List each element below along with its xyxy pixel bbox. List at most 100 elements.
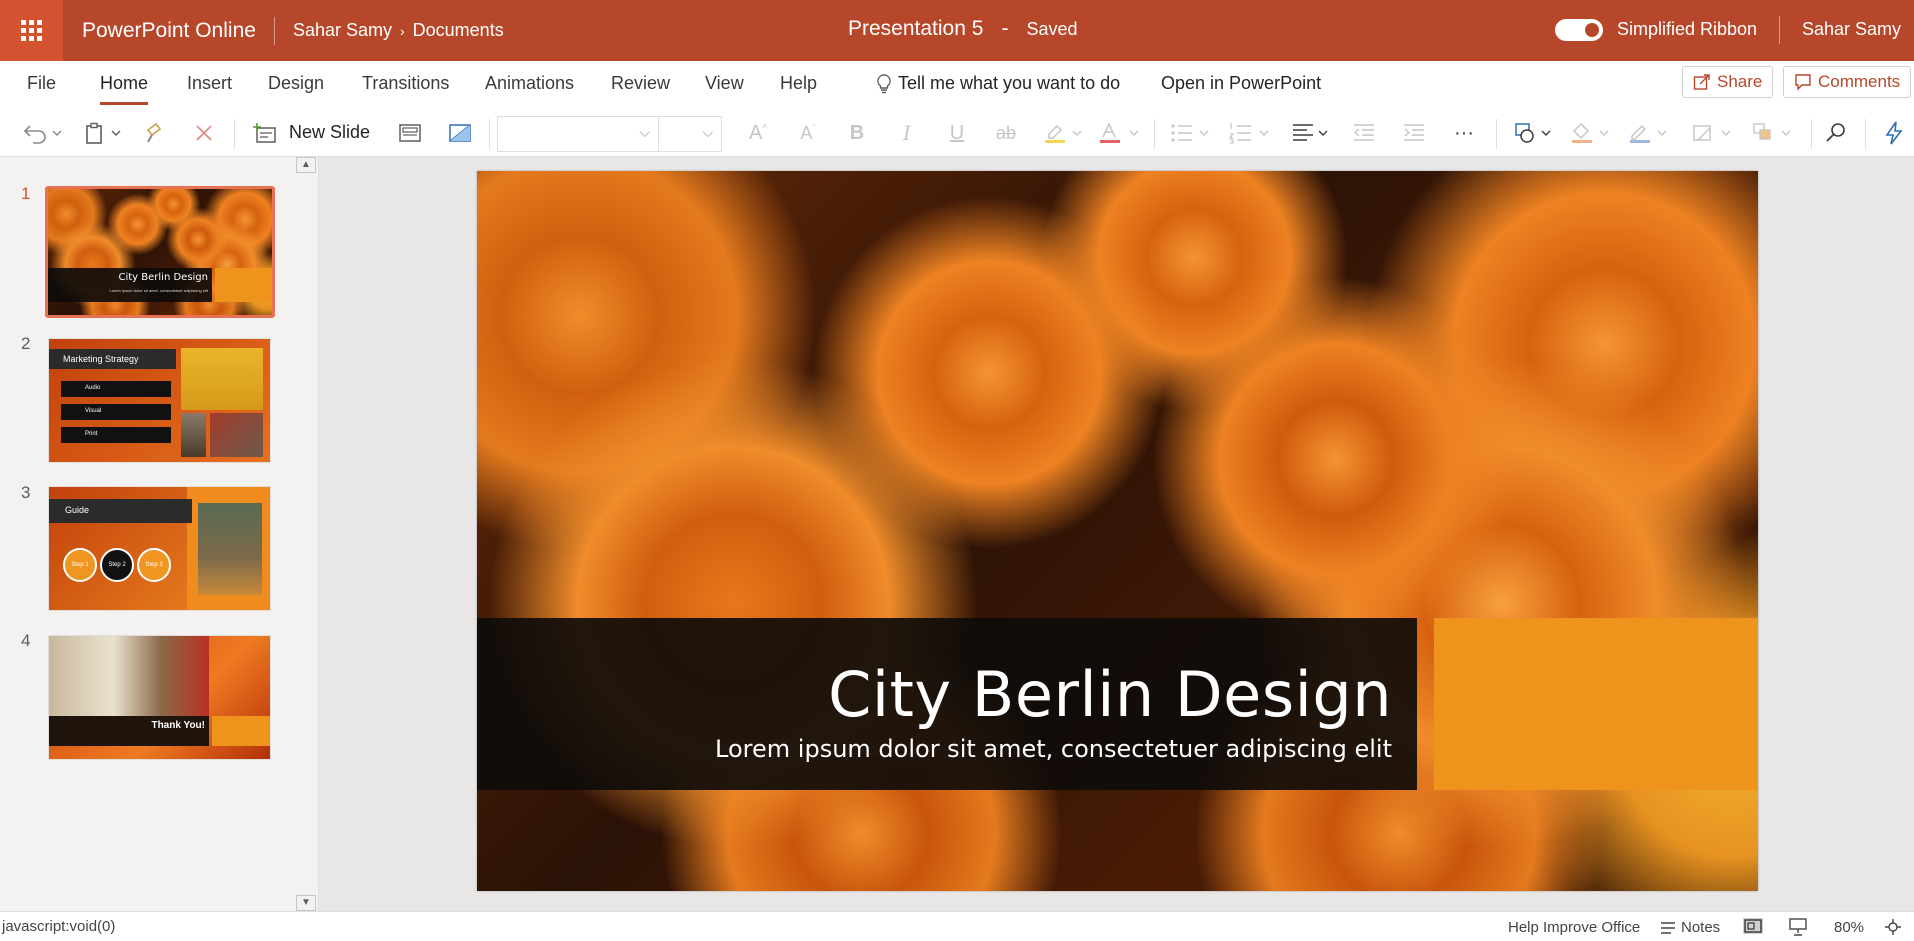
market-photo	[210, 413, 263, 457]
align-button[interactable]	[1291, 121, 1333, 145]
tell-me-label: Tell me what you want to do	[898, 73, 1121, 93]
breadcrumb-user[interactable]: Sahar Samy	[293, 20, 392, 41]
layout-button[interactable]	[398, 121, 422, 145]
arrange-button[interactable]	[1752, 121, 1796, 145]
shapes-button[interactable]	[1514, 121, 1556, 145]
tab-review[interactable]: Review	[611, 73, 670, 94]
divider	[273, 16, 275, 45]
increase-font-size-button[interactable]: A^	[747, 121, 769, 145]
lightning-icon	[1885, 121, 1903, 145]
new-slide-icon-button[interactable]	[252, 121, 278, 145]
shape-outline-button[interactable]	[1628, 121, 1672, 145]
shrink-font-icon: Aˇ	[800, 122, 816, 143]
tab-transitions[interactable]: Transitions	[362, 73, 449, 94]
italic-button[interactable]: I	[897, 121, 917, 145]
font-color-button[interactable]	[1098, 121, 1144, 145]
app-launcher-button[interactable]	[0, 0, 63, 61]
slide-thumbnail-3[interactable]: Guide Step 1 Step 2 Step 3	[48, 486, 271, 611]
simplified-ribbon-toggle[interactable]	[1555, 19, 1603, 41]
normal-view-icon	[1744, 919, 1762, 933]
slide-thumbnail-1[interactable]: City Berlin Design Lorem ipsum dolor sit…	[45, 186, 275, 318]
thumbnail-title: City Berlin Design	[118, 272, 208, 283]
thumbnail-number: 1	[21, 184, 31, 203]
tab-insert[interactable]: Insert	[187, 73, 232, 94]
thumbnail-scroll-down-button[interactable]: ▼	[296, 895, 316, 911]
thumbnail-step: Step 2	[100, 548, 134, 582]
paint-bucket-icon	[1572, 122, 1609, 143]
highlighter-icon	[1045, 124, 1082, 143]
account-name[interactable]: Sahar Samy	[1802, 19, 1901, 40]
slide-title[interactable]: City Berlin Design	[477, 658, 1392, 731]
bullets-button[interactable]	[1170, 121, 1214, 145]
bullet-list-icon	[1171, 124, 1209, 142]
slide-thumbnail-2[interactable]: Marketing Strategy Audio Visual Print	[48, 338, 271, 463]
numbering-button[interactable]	[1228, 121, 1274, 145]
share-button[interactable]: Share	[1682, 66, 1774, 98]
comments-label: Comments	[1818, 72, 1901, 91]
tab-animations[interactable]: Animations	[485, 73, 574, 94]
chevron-down-icon: ⌵	[702, 124, 713, 140]
app-name[interactable]: PowerPoint Online	[82, 19, 256, 43]
divider	[234, 119, 235, 149]
current-slide[interactable]: City Berlin Design Lorem ipsum dolor sit…	[477, 171, 1758, 891]
slide-thumbnail-4[interactable]: Thank You!	[48, 635, 271, 760]
open-in-powerpoint-link[interactable]: Open in PowerPoint	[1161, 73, 1321, 94]
slide-subtitle[interactable]: Lorem ipsum dolor sit amet, consectetuer…	[477, 735, 1392, 763]
thumbnail-number: 2	[21, 334, 31, 353]
fit-to-window-button[interactable]	[1884, 918, 1904, 935]
tab-home[interactable]: Home	[100, 73, 148, 94]
shape-fill-button[interactable]	[1570, 121, 1614, 145]
thumbnail-title: Guide	[65, 505, 90, 515]
thumbnail-title: Thank You!	[151, 720, 205, 731]
font-name-select[interactable]: ⌵	[497, 116, 659, 152]
notes-label: Notes	[1681, 919, 1721, 936]
normal-view-button[interactable]	[1743, 918, 1763, 934]
comment-icon	[1795, 74, 1811, 91]
comments-button[interactable]: Comments	[1783, 66, 1912, 98]
document-name[interactable]: Presentation 5	[848, 17, 983, 41]
delete-slide-button[interactable]	[193, 121, 215, 145]
help-improve-office-link[interactable]: Help Improve Office	[1508, 919, 1640, 936]
new-slide-button[interactable]: New Slide	[289, 122, 370, 143]
slideshow-view-button[interactable]	[1788, 918, 1808, 936]
design-ideas-icon	[449, 124, 471, 142]
increase-indent-button[interactable]	[1402, 121, 1426, 145]
thumbnail-scroll-up-button[interactable]: ▲	[296, 157, 316, 173]
format-painter-button[interactable]	[143, 121, 167, 145]
font-size-select[interactable]: ⌵	[658, 116, 722, 152]
underline-button[interactable]: U	[947, 121, 967, 145]
quick-actions-button[interactable]	[1882, 121, 1906, 145]
tell-me-search[interactable]: Tell me what you want to do	[876, 73, 1120, 94]
thumbnail-number: 4	[21, 631, 31, 650]
more-options-button[interactable]: ···	[1452, 121, 1476, 145]
grow-font-icon: A^	[748, 121, 768, 144]
thumbnail-list-item: Print	[61, 427, 171, 443]
undo-button[interactable]	[20, 121, 66, 145]
paste-button[interactable]	[84, 121, 126, 145]
thumbnail-number: 3	[21, 483, 31, 502]
save-status: Saved	[1026, 19, 1078, 39]
tab-view[interactable]: View	[705, 73, 744, 94]
notes-button[interactable]: Notes	[1660, 919, 1720, 936]
decrease-font-size-button[interactable]: Aˇ	[797, 121, 819, 145]
notes-icon	[1661, 921, 1675, 934]
highlight-button[interactable]	[1043, 121, 1087, 145]
shape-effects-button[interactable]	[1692, 121, 1736, 145]
document-title[interactable]: Presentation 5 - Saved	[848, 17, 1077, 41]
ellipsis-icon: ···	[1454, 121, 1474, 144]
tab-file[interactable]: File	[27, 73, 56, 94]
strikethrough-button[interactable]: ab	[993, 121, 1019, 145]
breadcrumb-folder[interactable]: Documents	[413, 20, 504, 41]
thumbnail-title: Marketing Strategy	[63, 354, 139, 364]
find-button[interactable]	[1824, 121, 1848, 145]
pen-outline-icon	[1630, 124, 1667, 143]
decrease-indent-button[interactable]	[1352, 121, 1376, 145]
design-ideas-button[interactable]	[448, 121, 472, 145]
lightbulb-icon	[877, 73, 891, 93]
tab-help[interactable]: Help	[780, 73, 817, 94]
slide-accent-block[interactable]	[1434, 618, 1758, 790]
tab-design[interactable]: Design	[268, 73, 324, 94]
bold-button[interactable]: B	[847, 121, 867, 145]
zoom-level[interactable]: 80%	[1834, 919, 1864, 936]
divider	[1865, 119, 1866, 149]
